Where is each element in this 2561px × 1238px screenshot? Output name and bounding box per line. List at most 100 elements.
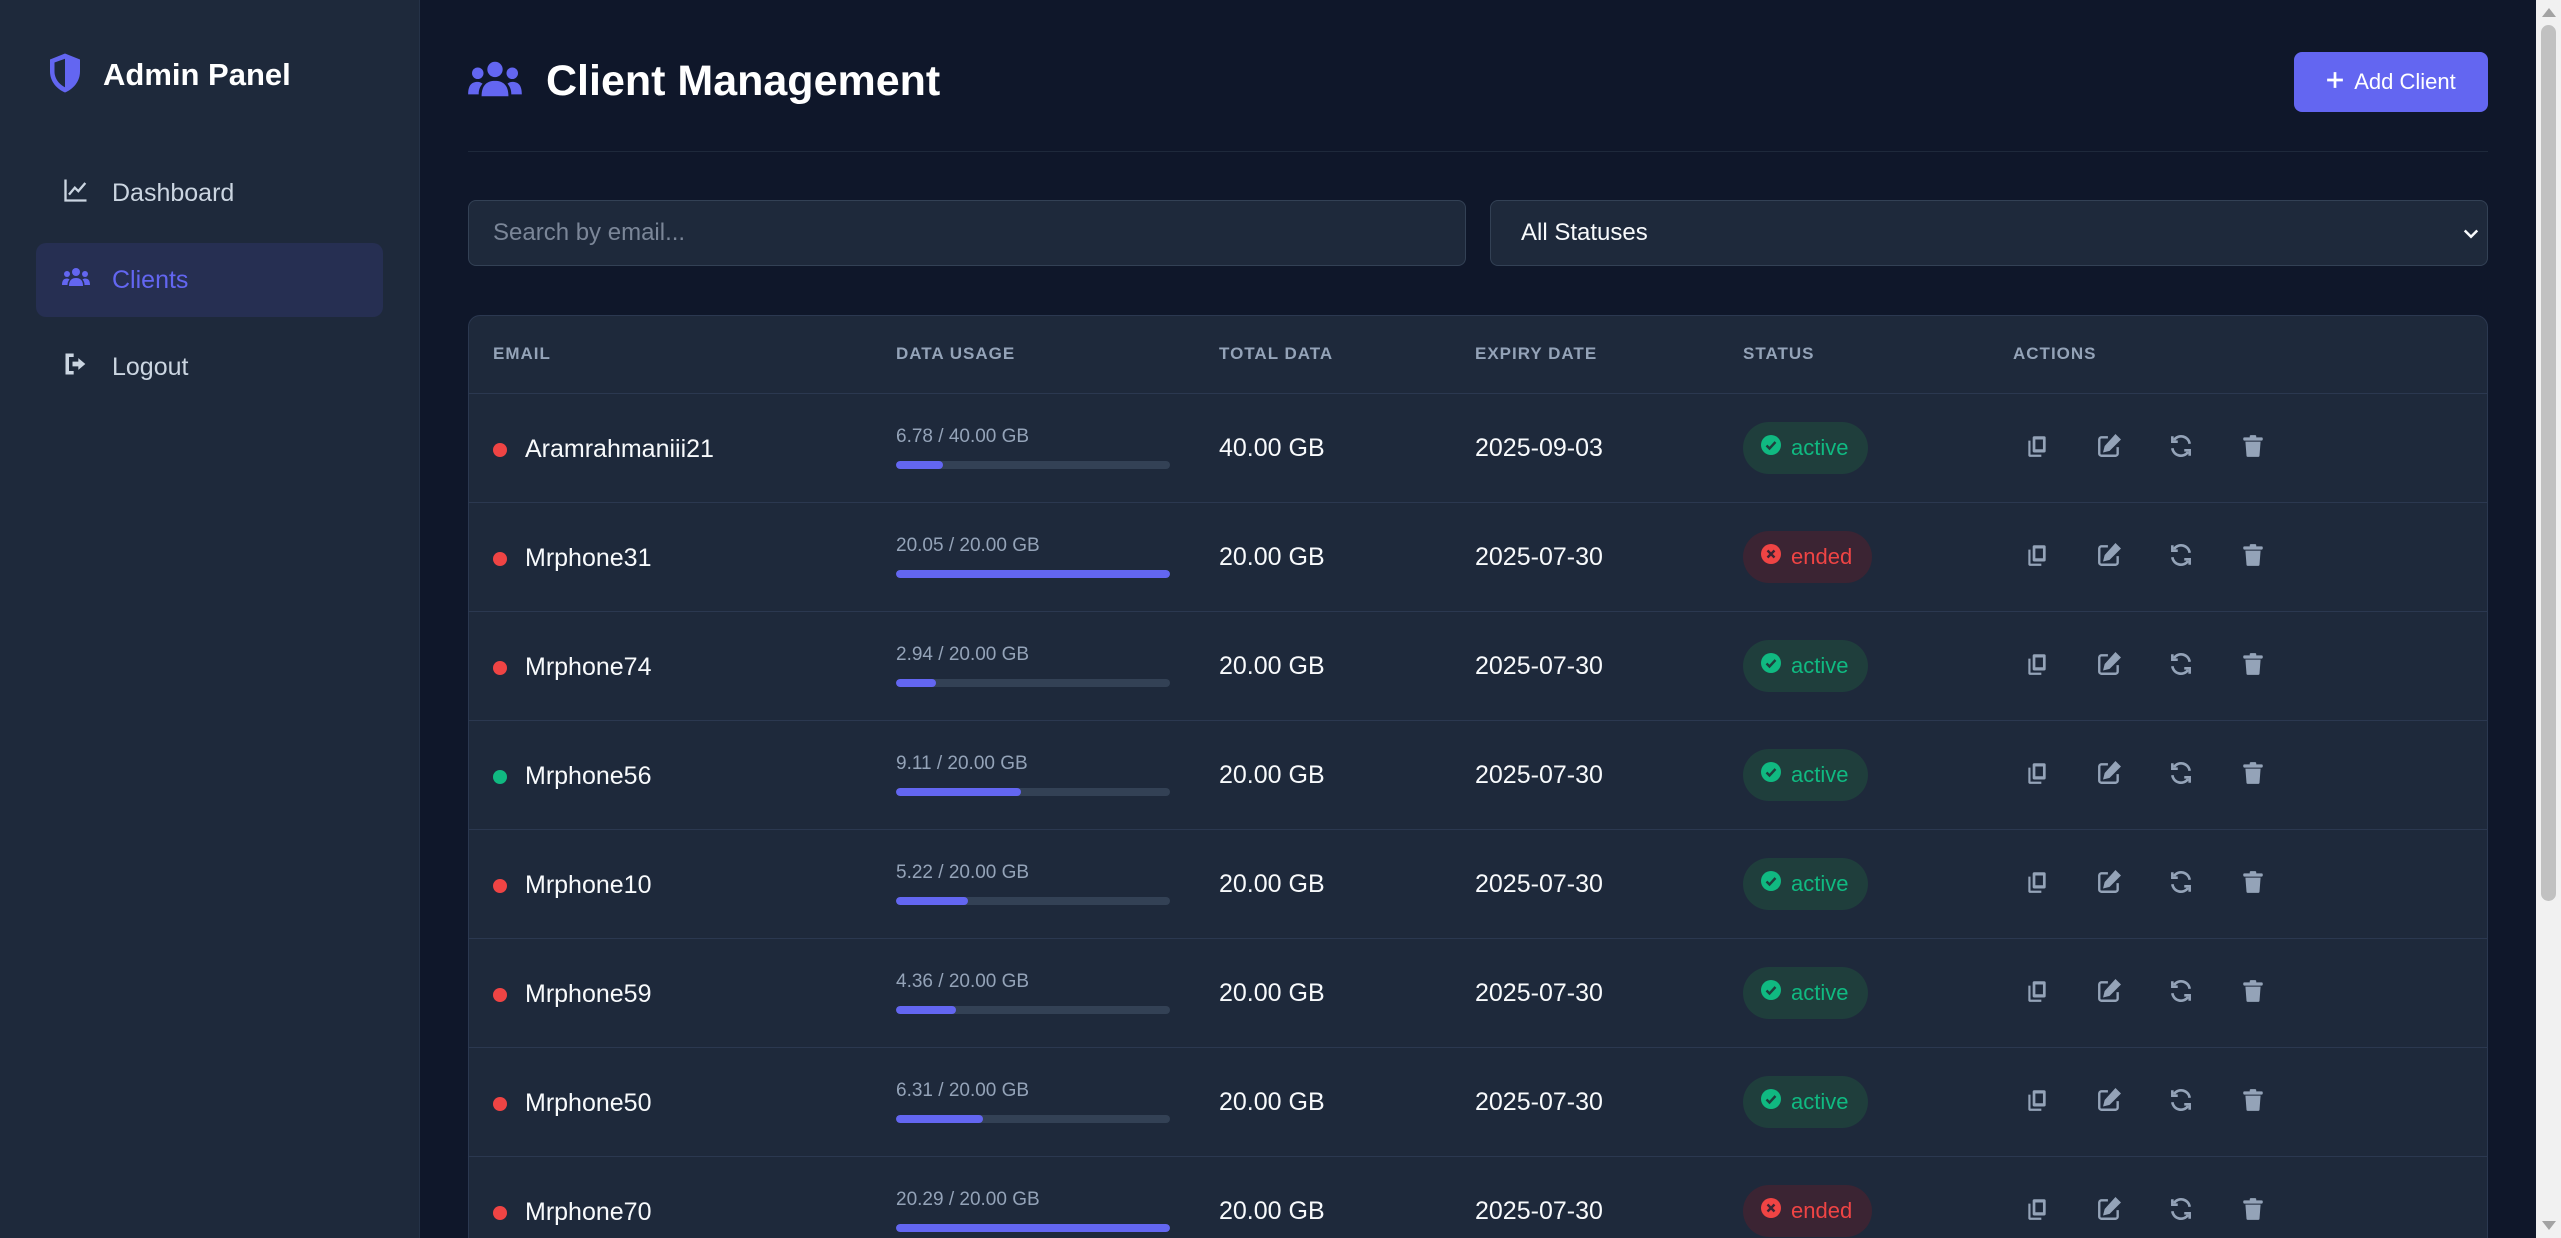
check-circle-icon	[1761, 435, 1781, 461]
table-row: Mrphone50 6.31 / 20.00 GB 20.00 GB 2025-…	[469, 1048, 2487, 1157]
email-cell: Mrphone10	[493, 871, 651, 900]
usage-progress-bar	[896, 1224, 1170, 1232]
copy-button[interactable]	[2021, 759, 2053, 791]
scroll-thumb[interactable]	[2541, 25, 2556, 901]
refresh-icon	[2168, 1087, 2194, 1118]
table-row: Mrphone56 9.11 / 20.00 GB 20.00 GB 2025-…	[469, 721, 2487, 830]
status-cell: active	[1743, 422, 1869, 474]
email-cell: Mrphone50	[493, 1089, 651, 1118]
data-usage-cell: 2.94 / 20.00 GB	[896, 644, 1170, 687]
copy-button[interactable]	[2021, 977, 2053, 1009]
status-filter-select[interactable]: All Statuses	[1490, 200, 2488, 266]
edit-button[interactable]	[2093, 759, 2125, 791]
email-cell: Mrphone59	[493, 980, 651, 1009]
shield-icon	[47, 52, 83, 99]
total-data-cell: 20.00 GB	[1219, 761, 1325, 789]
usage-progress-fill	[896, 1224, 1170, 1232]
total-data-cell: 20.00 GB	[1219, 1088, 1325, 1116]
col-header-expiry-date: EXPIRY DATE	[1475, 344, 1598, 363]
refresh-button[interactable]	[2165, 1086, 2197, 1118]
status-cell: ended	[1743, 531, 1873, 583]
main-content: Client Management Add Client All Statuse…	[420, 0, 2536, 1238]
check-circle-icon	[1761, 871, 1781, 897]
trash-icon	[2240, 760, 2266, 791]
brand-title: Admin Panel	[103, 57, 291, 92]
sidebar-item-clients[interactable]: Clients	[36, 243, 383, 317]
copy-button[interactable]	[2021, 541, 2053, 573]
status-cell: active	[1743, 749, 1869, 801]
usage-text: 5.22 / 20.00 GB	[896, 862, 1030, 883]
add-client-button[interactable]: Add Client	[2294, 52, 2488, 112]
edit-button[interactable]	[2093, 432, 2125, 464]
delete-button[interactable]	[2237, 1086, 2269, 1118]
table-row: Mrphone10 5.22 / 20.00 GB 20.00 GB 2025-…	[469, 830, 2487, 939]
usage-text: 4.36 / 20.00 GB	[896, 971, 1030, 992]
status-label: ended	[1791, 1198, 1853, 1223]
edit-button[interactable]	[2093, 977, 2125, 1009]
status-badge: active	[1743, 1076, 1869, 1128]
delete-button[interactable]	[2237, 541, 2269, 573]
total-data-cell: 20.00 GB	[1219, 652, 1325, 680]
delete-button[interactable]	[2237, 650, 2269, 682]
refresh-button[interactable]	[2165, 432, 2197, 464]
client-email: Mrphone74	[525, 653, 652, 681]
client-email: Aramrahmaniii21	[525, 435, 714, 463]
table-row: Mrphone74 2.94 / 20.00 GB 20.00 GB 2025-…	[469, 612, 2487, 721]
edit-button[interactable]	[2093, 541, 2125, 573]
copy-icon	[2024, 978, 2050, 1009]
status-badge: ended	[1743, 531, 1873, 583]
trash-icon	[2240, 651, 2266, 682]
delete-button[interactable]	[2237, 432, 2269, 464]
actions-cell	[2009, 977, 2269, 1009]
edit-button[interactable]	[2093, 1086, 2125, 1118]
data-usage-cell: 5.22 / 20.00 GB	[896, 862, 1170, 905]
copy-button[interactable]	[2021, 432, 2053, 464]
usage-progress-bar	[896, 788, 1170, 796]
copy-button[interactable]	[2021, 1086, 2053, 1118]
refresh-button[interactable]	[2165, 1195, 2197, 1227]
refresh-button[interactable]	[2165, 977, 2197, 1009]
table-row: Aramrahmaniii21 6.78 / 40.00 GB 40.00 GB…	[469, 394, 2487, 503]
copy-button[interactable]	[2021, 650, 2053, 682]
sidebar-item-label: Logout	[112, 352, 189, 381]
delete-button[interactable]	[2237, 1195, 2269, 1227]
sidebar-item-logout[interactable]: Logout	[36, 330, 383, 404]
refresh-button[interactable]	[2165, 868, 2197, 900]
add-client-label: Add Client	[2354, 69, 2456, 94]
edit-button[interactable]	[2093, 1195, 2125, 1227]
total-data-cell: 20.00 GB	[1219, 543, 1325, 571]
total-data-cell: 20.00 GB	[1219, 1197, 1325, 1225]
copy-button[interactable]	[2021, 1195, 2053, 1227]
trash-icon	[2240, 1196, 2266, 1227]
sidebar-item-label: Clients	[112, 265, 189, 294]
refresh-icon	[2168, 1196, 2194, 1227]
copy-button[interactable]	[2021, 868, 2053, 900]
usage-text: 9.11 / 20.00 GB	[896, 753, 1028, 774]
usage-progress-bar	[896, 570, 1170, 578]
usage-progress-bar	[896, 461, 1170, 469]
status-filter-value: All Statuses	[1521, 219, 1648, 246]
refresh-icon	[2168, 760, 2194, 791]
status-cell: active	[1743, 967, 1869, 1019]
email-cell: Mrphone56	[493, 762, 651, 791]
search-input[interactable]	[468, 200, 1466, 266]
delete-button[interactable]	[2237, 977, 2269, 1009]
refresh-button[interactable]	[2165, 650, 2197, 682]
online-status-dot	[493, 1205, 507, 1220]
scroll-up-arrow-icon[interactable]	[2542, 8, 2556, 17]
col-header-email: EMAIL	[493, 344, 551, 363]
status-label: ended	[1791, 544, 1853, 569]
chart-line-icon	[62, 176, 90, 211]
refresh-button[interactable]	[2165, 759, 2197, 791]
sidebar-item-dashboard[interactable]: Dashboard	[36, 156, 383, 230]
scroll-down-arrow-icon[interactable]	[2542, 1221, 2556, 1230]
x-circle-icon	[1761, 544, 1781, 570]
edit-button[interactable]	[2093, 650, 2125, 682]
edit-button[interactable]	[2093, 868, 2125, 900]
delete-button[interactable]	[2237, 759, 2269, 791]
scrollbar[interactable]	[2536, 0, 2561, 1238]
refresh-button[interactable]	[2165, 541, 2197, 573]
actions-cell	[2009, 1195, 2269, 1227]
delete-button[interactable]	[2237, 868, 2269, 900]
usage-progress-fill	[896, 897, 968, 905]
